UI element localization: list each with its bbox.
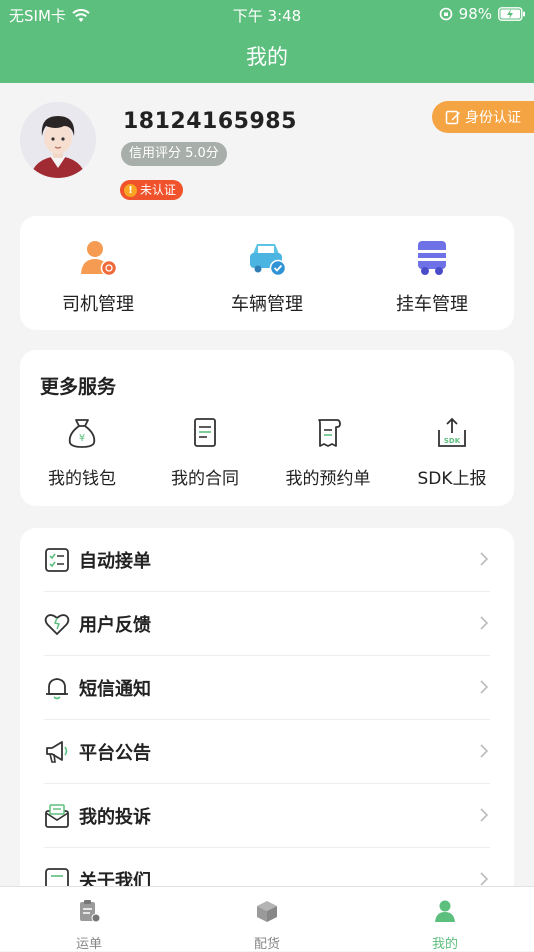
tab-cargo[interactable]: 配货	[217, 899, 317, 952]
trailer-icon	[418, 241, 446, 275]
heart-icon	[44, 614, 70, 636]
id-auth-label: 身份认证	[465, 110, 521, 126]
menu-item-label: 我的投诉	[79, 807, 151, 828]
trailer-management-button[interactable]: 挂车管理	[362, 238, 502, 316]
header: 无SIM卡 下午 3:48 98% 我的	[0, 0, 534, 83]
waybill-icon	[80, 900, 101, 923]
menu-item-complaint[interactable]: 我的投诉	[20, 784, 514, 848]
avatar[interactable]	[20, 102, 96, 178]
reservation-button[interactable]: 我的预约单	[266, 416, 390, 489]
chevron-right-icon	[480, 744, 489, 758]
reservation-label: 我的预约单	[285, 469, 371, 489]
menu-item-label: 用户反馈	[79, 615, 151, 636]
reservation-icon	[318, 419, 341, 447]
wallet-icon: ¥	[68, 419, 96, 448]
checklist-icon	[45, 548, 69, 572]
sdk-upload-icon: SDK	[438, 417, 466, 447]
more-services-card: 更多服务 ¥ 我的钱包 我的合同 我的预约单 SDK SDK上报	[20, 350, 514, 506]
contract-button[interactable]: 我的合同	[143, 416, 267, 489]
verify-status-badge: ! 未认证	[120, 180, 184, 200]
sdk-upload-button[interactable]: SDK SDK上报	[390, 416, 514, 489]
chevron-right-icon	[480, 808, 489, 822]
wallet-button[interactable]: ¥ 我的钱包	[20, 416, 144, 489]
page-title: 我的	[246, 45, 288, 69]
megaphone-icon	[46, 741, 68, 763]
contract-label: 我的合同	[171, 469, 239, 489]
tab-waybill-label: 运单	[75, 937, 102, 952]
vehicle-management-button[interactable]: 车辆管理	[197, 238, 337, 316]
vehicle-icon	[250, 244, 287, 277]
menu-list: 自动接单 用户反馈 短信通知 平台公告 我的投诉 关于我们	[20, 528, 514, 908]
menu-item-label: 平台公告	[79, 743, 151, 764]
menu-item-sms-notification[interactable]: 短信通知	[20, 656, 514, 720]
more-services-title: 更多服务	[40, 376, 117, 398]
battery-percent: 98%	[458, 5, 492, 23]
complaint-icon	[45, 804, 69, 828]
chevron-right-icon	[480, 680, 489, 694]
edit-icon	[445, 110, 460, 125]
tab-waybill[interactable]: 运单	[39, 899, 139, 952]
vehicle-management-label: 车辆管理	[231, 294, 303, 315]
tab-mine-label: 我的	[431, 937, 458, 952]
management-card: 司机管理 车辆管理 挂车管理	[20, 216, 514, 330]
verify-status-label: 未认证	[140, 183, 177, 197]
driver-management-button[interactable]: 司机管理	[28, 238, 168, 316]
profile-section: 18124165985 信用评分 5.0分 ! 未认证 身份认证	[0, 83, 534, 213]
rotation-lock-icon	[439, 7, 452, 21]
svg-text:¥: ¥	[79, 433, 85, 444]
svg-text:SDK: SDK	[444, 437, 461, 445]
avatar-image	[20, 102, 96, 178]
menu-item-auto-accept[interactable]: 自动接单	[20, 528, 514, 592]
tab-cargo-label: 配货	[253, 937, 280, 952]
wallet-label: 我的钱包	[48, 469, 116, 489]
tab-mine[interactable]: 我的	[395, 899, 495, 952]
menu-item-label: 短信通知	[79, 679, 151, 700]
sdk-upload-label: SDK上报	[417, 469, 487, 489]
driver-icon	[81, 241, 118, 277]
phone-number: 18124165985	[123, 109, 297, 134]
profile-icon	[435, 900, 455, 922]
bell-icon	[46, 678, 68, 700]
tab-bar: 运单 配货 我的	[0, 886, 534, 952]
menu-item-announcement[interactable]: 平台公告	[20, 720, 514, 784]
menu-item-label: 自动接单	[79, 551, 151, 572]
menu-item-feedback[interactable]: 用户反馈	[20, 592, 514, 656]
contract-icon	[194, 418, 216, 447]
battery-charging-icon	[498, 7, 525, 21]
trailer-management-label: 挂车管理	[396, 294, 468, 315]
status-bar: 无SIM卡 下午 3:48 98%	[0, 0, 534, 28]
warning-icon: !	[124, 183, 137, 197]
chevron-right-icon	[480, 616, 489, 630]
driver-management-label: 司机管理	[62, 294, 134, 315]
chevron-right-icon	[480, 552, 489, 566]
cargo-box-icon	[257, 901, 277, 922]
credit-score-badge: 信用评分 5.0分	[121, 142, 227, 166]
id-auth-button[interactable]: 身份认证	[432, 101, 534, 133]
